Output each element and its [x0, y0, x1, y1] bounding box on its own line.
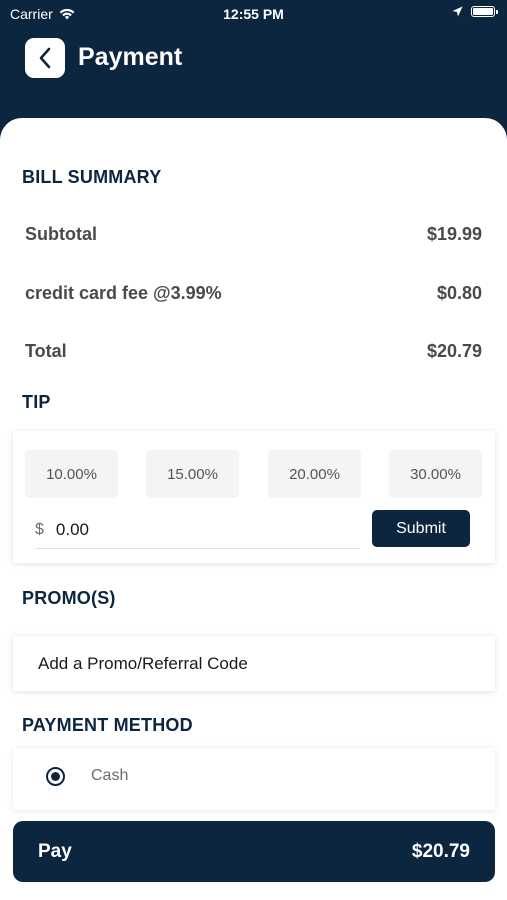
payment-method-title: PAYMENT METHOD	[22, 715, 193, 735]
pay-amount: $20.79	[411, 840, 470, 862]
tip-option-20[interactable]: 20.00%	[268, 450, 361, 498]
cash-radio[interactable]	[46, 767, 65, 786]
subtotal-row: Subtotal $19.99	[25, 224, 482, 245]
pay-label: Pay	[38, 840, 72, 862]
tip-amount-field: $	[35, 511, 360, 549]
chevron-left-icon	[39, 47, 51, 69]
bill-summary-title: BILL SUMMARY	[22, 167, 162, 187]
promo-title: PROMO(S)	[22, 588, 116, 608]
tip-option-10[interactable]: 10.00%	[25, 450, 118, 498]
cash-label: Cash	[91, 767, 129, 784]
tip-card: 10.00% 15.00% 20.00% 30.00% $ Submit	[13, 431, 495, 563]
total-value: $20.79	[426, 341, 482, 361]
tip-option-30[interactable]: 30.00%	[389, 450, 482, 498]
card-fee-value: $0.80	[436, 283, 482, 303]
payment-method-card: Cash	[13, 748, 495, 810]
page-title: Payment	[78, 43, 183, 71]
tip-option-15[interactable]: 15.00%	[146, 450, 239, 498]
add-promo-button[interactable]: Add a Promo/Referral Code	[13, 636, 495, 691]
status-bar: Carrier 12:55 PM	[0, 0, 507, 28]
subtotal-value: $19.99	[426, 224, 482, 244]
tip-title: TIP	[22, 392, 51, 412]
card-fee-label: credit card fee @3.99%	[25, 283, 222, 303]
status-right-icons	[452, 6, 498, 17]
card-fee-row: credit card fee @3.99% $0.80	[25, 283, 482, 304]
total-label: Total	[25, 341, 67, 361]
back-button[interactable]	[25, 38, 65, 78]
battery-icon	[471, 6, 498, 17]
add-promo-label: Add a Promo/Referral Code	[38, 653, 248, 673]
currency-symbol: $	[35, 520, 44, 538]
status-time: 12:55 PM	[223, 6, 284, 22]
radio-selected-dot	[51, 772, 60, 781]
tip-amount-input[interactable]	[55, 519, 316, 540]
submit-tip-button[interactable]: Submit	[372, 510, 470, 547]
total-row: Total $20.79	[25, 341, 482, 362]
subtotal-label: Subtotal	[25, 224, 97, 244]
pay-button[interactable]: Pay $20.79	[13, 821, 495, 882]
location-arrow-icon	[452, 6, 463, 17]
